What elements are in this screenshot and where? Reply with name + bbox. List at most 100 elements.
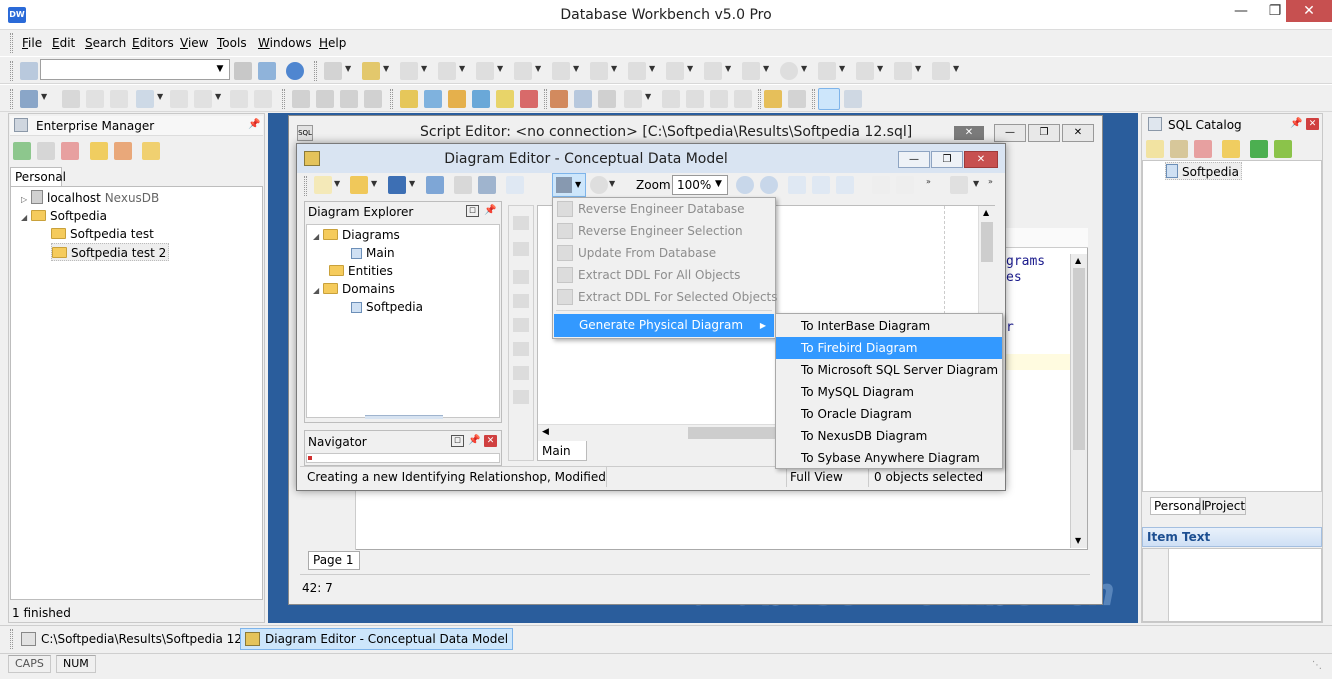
menu-generate-physical-diagram[interactable]: Generate Physical Diagram ▶: [554, 314, 774, 337]
trigger-icon[interactable]: [590, 62, 608, 80]
menu-windows[interactable]: Windows: [258, 36, 312, 50]
tree-row-main[interactable]: Main: [351, 244, 395, 262]
menu-extract-ddl-selected[interactable]: Extract DDL For Selected Objects: [578, 286, 778, 308]
meta-3-icon[interactable]: [710, 90, 728, 108]
script-maximize-icon[interactable]: ❐: [1028, 124, 1060, 142]
tree-row-softpedia-test[interactable]: Softpedia test: [51, 225, 154, 243]
replace-icon[interactable]: [340, 90, 358, 108]
script-minimize-icon[interactable]: —: [994, 124, 1026, 142]
settings-icon[interactable]: [932, 62, 950, 80]
menu-to-mysql[interactable]: To MySQL Diagram: [776, 381, 1002, 403]
palette-align-left-icon[interactable]: [513, 270, 529, 284]
view-icon[interactable]: [438, 62, 456, 80]
new-diagram-icon[interactable]: [314, 176, 332, 194]
tools-icon[interactable]: [894, 62, 912, 80]
palette-relationship-icon[interactable]: [513, 242, 529, 256]
edit-item-icon[interactable]: [1170, 140, 1188, 158]
tab-project[interactable]: Project: [1200, 497, 1246, 515]
close-icon[interactable]: ✕: [484, 435, 497, 447]
run-with-icon[interactable]: [1274, 140, 1292, 158]
menu-help[interactable]: Help: [319, 36, 346, 50]
new-folder-icon[interactable]: [1222, 140, 1240, 158]
resize-grip-icon[interactable]: ⋱: [1312, 660, 1322, 671]
reports-icon[interactable]: [598, 90, 616, 108]
scroll-up-icon[interactable]: ▲: [983, 208, 989, 217]
palette-align-right-icon[interactable]: [513, 318, 529, 332]
objects-icon[interactable]: [362, 62, 380, 80]
tab-personal-catalog[interactable]: Personal: [1150, 497, 1205, 515]
navigator-viewport[interactable]: [308, 456, 312, 460]
import-icon[interactable]: [448, 90, 466, 108]
spell-dropdown-icon[interactable]: ▼: [645, 92, 653, 101]
checklist-icon[interactable]: [734, 90, 752, 108]
item-text-area[interactable]: [1142, 548, 1322, 622]
paste-icon[interactable]: [170, 90, 188, 108]
minimize-icon[interactable]: —: [1224, 0, 1258, 22]
paste-dropdown-icon[interactable]: ▼: [215, 92, 223, 101]
palette-align-center-icon[interactable]: [513, 294, 529, 308]
role-icon[interactable]: [780, 62, 798, 80]
menu-to-sybase[interactable]: To Sybase Anywhere Diagram: [776, 447, 1002, 469]
table-dropdown-icon[interactable]: ▼: [421, 64, 429, 73]
filter-dropdown-icon[interactable]: ▼: [877, 64, 885, 73]
tab-main[interactable]: Main: [537, 441, 587, 461]
collapse-icon[interactable]: ◢: [313, 228, 323, 246]
navigator-preview[interactable]: [306, 453, 500, 463]
scroll-left-icon[interactable]: ◀: [542, 427, 549, 437]
close-icon[interactable]: ✕: [1306, 118, 1319, 130]
procedure-icon[interactable]: [514, 62, 532, 80]
distribute-icon[interactable]: [812, 176, 830, 194]
menu-reverse-engineer-database[interactable]: Reverse Engineer Database: [578, 198, 745, 220]
tools-menu-button[interactable]: ▼: [552, 173, 586, 197]
diagram-maximize-icon[interactable]: ❐: [931, 151, 963, 168]
save-all-icon[interactable]: [426, 176, 444, 194]
export-icon[interactable]: [472, 90, 490, 108]
function-dropdown-icon[interactable]: ▼: [573, 64, 581, 73]
print-dropdown-icon[interactable]: ▼: [41, 92, 49, 101]
meta-2-icon[interactable]: [686, 90, 704, 108]
new-item-icon[interactable]: [1146, 140, 1164, 158]
procedure-dropdown-icon[interactable]: ▼: [535, 64, 543, 73]
connection-icon[interactable]: [20, 62, 38, 80]
script-close-tab-icon[interactable]: ✕: [954, 126, 984, 140]
menu-update-from-database[interactable]: Update From Database: [578, 242, 716, 264]
menu-extract-ddl-all[interactable]: Extract DDL For All Objects: [578, 264, 740, 286]
script-icon[interactable]: [550, 90, 568, 108]
generator-icon[interactable]: [628, 62, 646, 80]
size-icon[interactable]: [836, 176, 854, 194]
splitter-handle[interactable]: [365, 415, 443, 419]
scroll-thumb[interactable]: [688, 427, 778, 439]
pin-icon[interactable]: 📌: [1290, 118, 1302, 130]
refresh-connection-icon[interactable]: [258, 62, 276, 80]
menu-reverse-engineer-selection[interactable]: Reverse Engineer Selection: [578, 220, 743, 242]
task-diagram-editor[interactable]: Diagram Editor - Conceptual Data Model: [240, 628, 514, 650]
role-dropdown-icon[interactable]: ▼: [801, 64, 809, 73]
add-folder-icon[interactable]: [90, 142, 108, 160]
tree-row-domains[interactable]: ◢ Domains: [313, 280, 395, 298]
toolbar-more-2-icon[interactable]: »: [988, 177, 996, 186]
code-icon[interactable]: [666, 62, 684, 80]
trigger-dropdown-icon[interactable]: ▼: [611, 64, 619, 73]
compare-icon[interactable]: [496, 90, 514, 108]
meta-icon[interactable]: [662, 90, 680, 108]
copy-server-icon[interactable]: [37, 142, 55, 160]
tree-row-softpedia-domain[interactable]: Softpedia: [351, 298, 423, 316]
shapes-dropdown-icon[interactable]: ▼: [973, 179, 981, 188]
menu-editors[interactable]: Editors: [132, 36, 174, 50]
tree-row-softpedia[interactable]: ◢ Softpedia: [21, 207, 107, 225]
script-vertical-scrollbar[interactable]: ▲ ▼: [1070, 254, 1087, 548]
sql-icon[interactable]: [324, 62, 342, 80]
script-close-icon[interactable]: ✕: [1062, 124, 1094, 142]
scroll-thumb[interactable]: [981, 222, 993, 262]
diagram-close-icon[interactable]: ✕: [964, 151, 998, 168]
folder-open-icon[interactable]: [764, 90, 782, 108]
collapse-icon[interactable]: ◢: [313, 282, 323, 300]
new-dropdown-icon[interactable]: ▼: [334, 179, 342, 188]
remove-folder-icon[interactable]: [114, 142, 132, 160]
palette-align-top-icon[interactable]: [513, 342, 529, 356]
find-in-files-icon[interactable]: [364, 90, 382, 108]
help-icon[interactable]: [286, 62, 304, 80]
diagram-icon[interactable]: [400, 90, 418, 108]
undo-icon[interactable]: [230, 90, 248, 108]
zoom-out-icon[interactable]: [760, 176, 778, 194]
